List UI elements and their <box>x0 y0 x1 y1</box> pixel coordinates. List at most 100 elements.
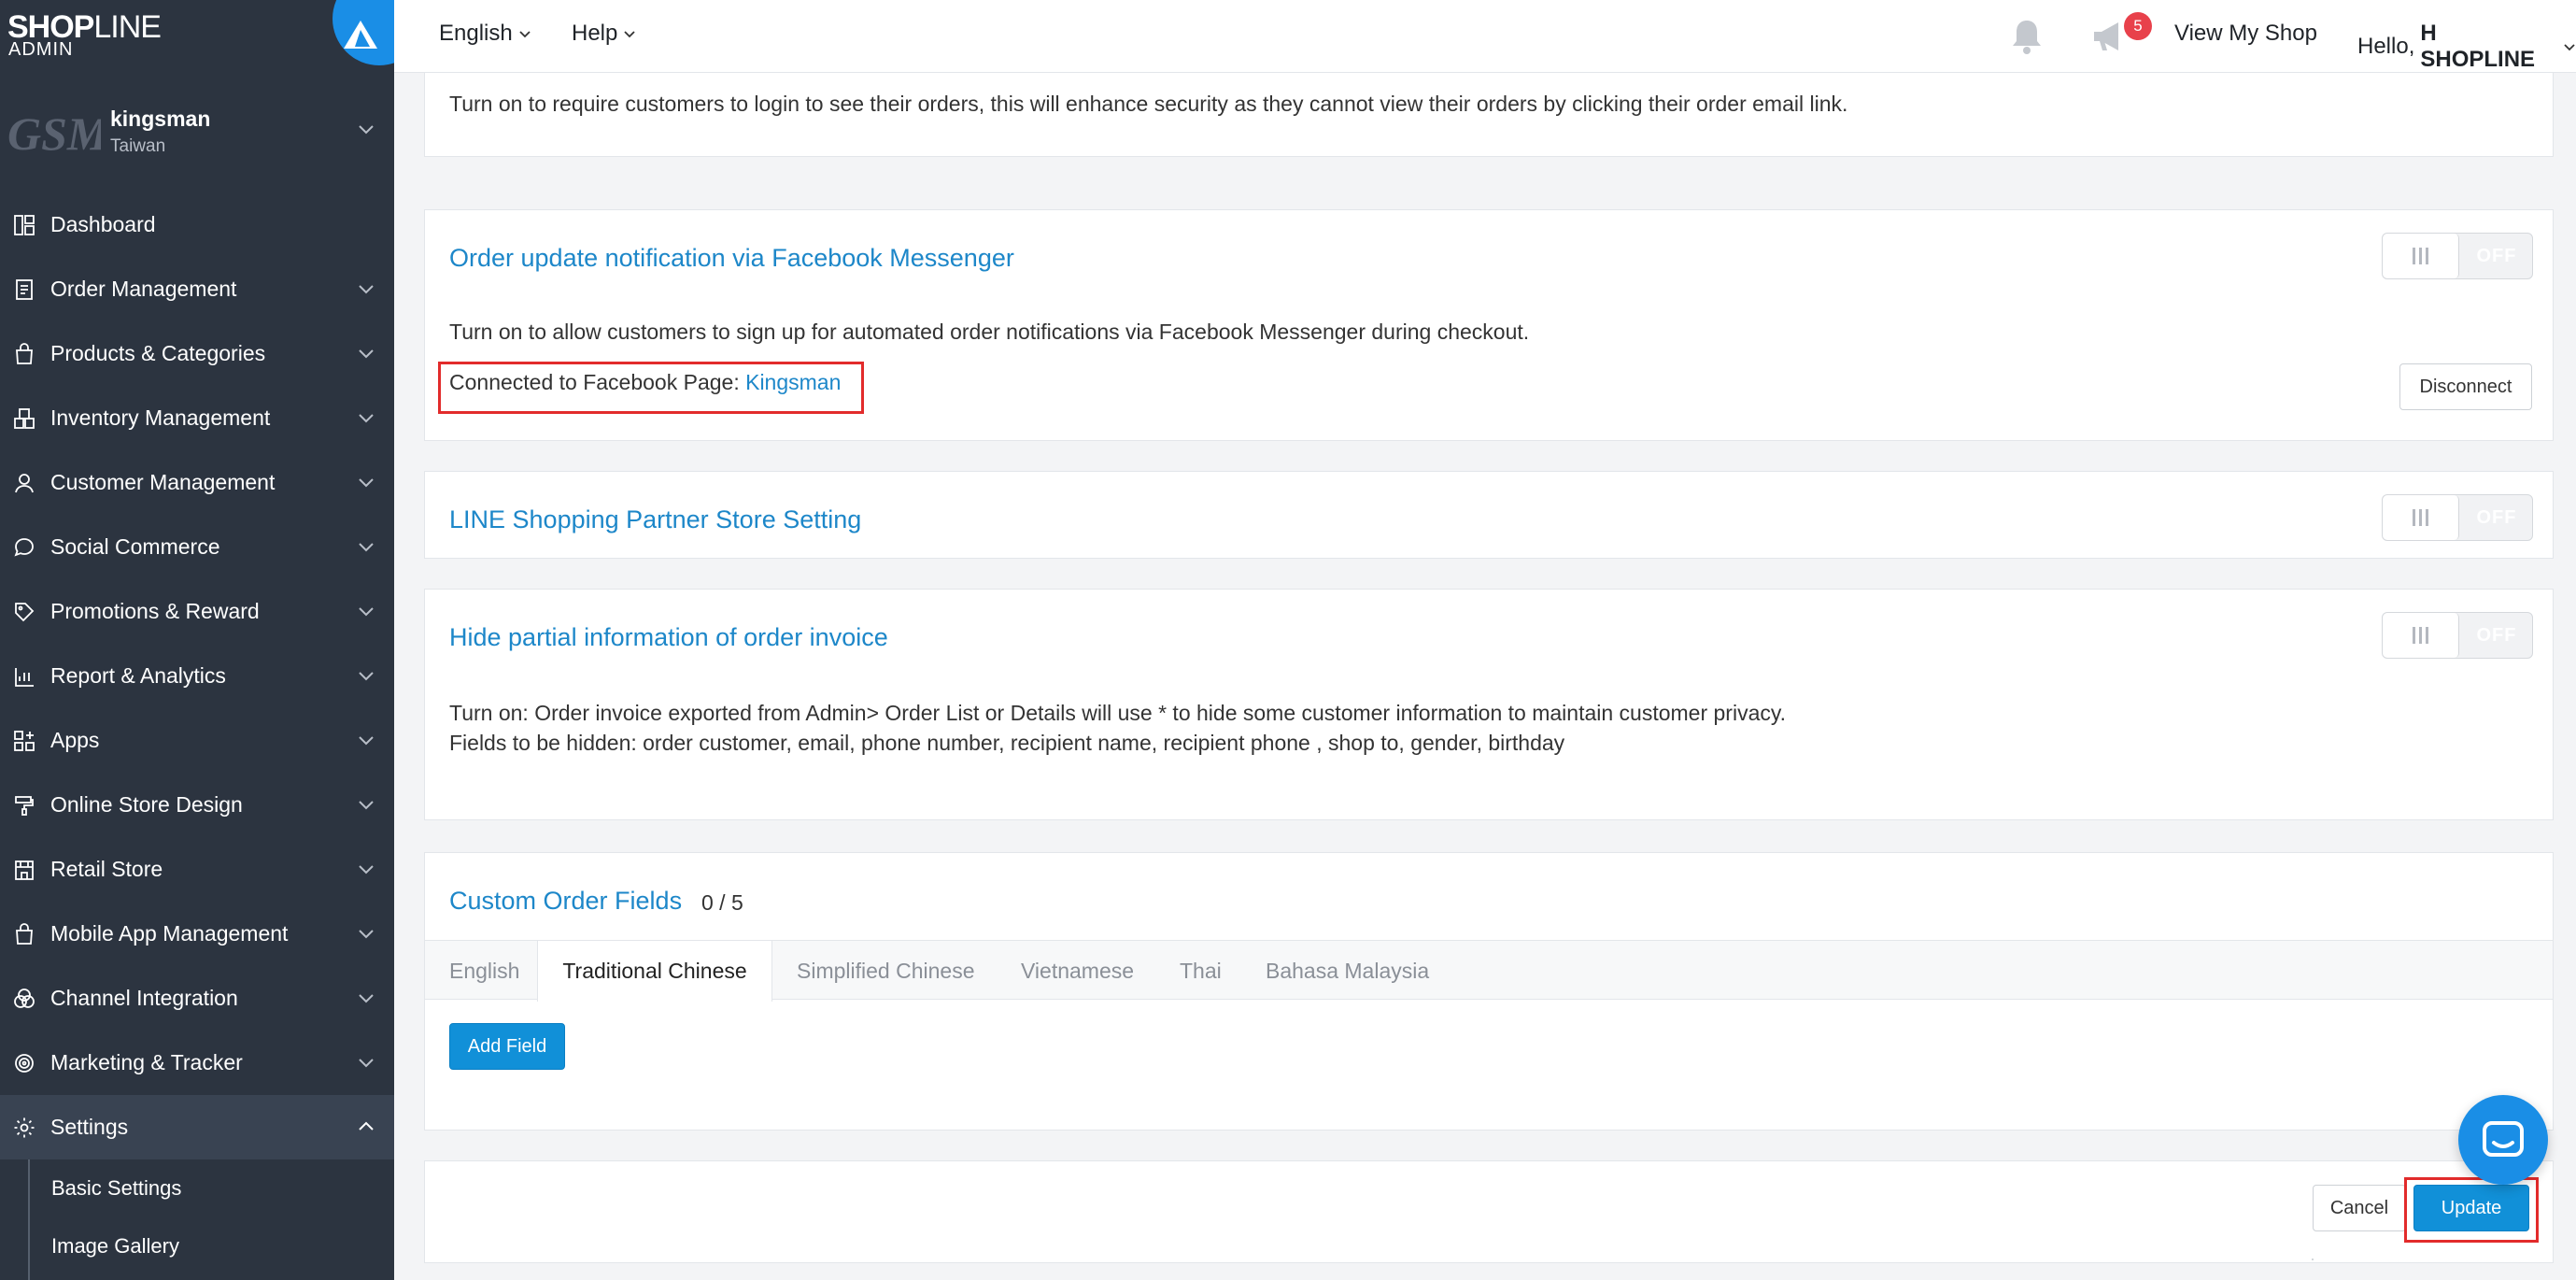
chevron-down-icon <box>359 801 374 810</box>
chevron-down-icon <box>359 349 374 359</box>
tab-thai[interactable]: Thai <box>1180 941 1222 1001</box>
store-region: Taiwan <box>110 136 166 156</box>
chat-icon <box>11 534 37 561</box>
sidebar-item-mobile-app[interactable]: Mobile App Management <box>0 902 394 966</box>
chevron-down-icon <box>359 736 374 746</box>
footer-actions-card <box>424 1160 2554 1263</box>
sidebar-item-products[interactable]: Products & Categories <box>0 321 394 386</box>
sidebar-item-order-management[interactable]: Order Management <box>0 257 394 321</box>
store-name: kingsman <box>110 107 211 131</box>
highlight-box <box>438 362 864 414</box>
hide-invoice-toggle[interactable]: OFF <box>2382 612 2533 659</box>
chevron-down-icon <box>359 672 374 681</box>
help-label: Help <box>572 21 618 46</box>
view-my-shop-link[interactable]: View My Shop <box>2174 21 2317 47</box>
paint-roller-icon <box>11 792 37 818</box>
sidebar-item-label: Products & Categories <box>50 341 266 365</box>
sidebar-subitem-basic-settings[interactable]: Basic Settings <box>0 1159 394 1217</box>
main-content: Turn on to require customers to login to… <box>394 73 2576 1280</box>
language-label: English <box>439 21 513 46</box>
mobile-bag-icon <box>11 921 37 947</box>
store-logo: GSM <box>7 107 101 160</box>
notification-badge: 5 <box>2124 12 2152 40</box>
sidebar-item-marketing[interactable]: Marketing & Tracker <box>0 1031 394 1095</box>
sidebar-item-online-store-design[interactable]: Online Store Design <box>0 773 394 837</box>
custom-fields-title: Custom Order Fields <box>449 887 683 915</box>
tab-traditional-chinese[interactable]: Traditional Chinese <box>537 941 772 1002</box>
hide-invoice-title: Hide partial information of order invoic… <box>449 623 888 651</box>
tag-icon <box>11 599 37 625</box>
language-dropdown[interactable]: English <box>439 21 531 47</box>
sidebar-item-channel-integration[interactable]: Channel Integration <box>0 966 394 1031</box>
store-switcher[interactable]: GSM kingsman Taiwan <box>0 97 394 164</box>
highlight-box <box>2404 1177 2539 1243</box>
logo-subtitle: ADMIN <box>8 39 74 60</box>
login-orders-card: Turn on to require customers to login to… <box>424 73 2554 157</box>
sidebar-item-label: Mobile App Management <box>50 921 289 946</box>
apps-icon <box>11 728 37 754</box>
logo-line: LINE <box>93 9 162 45</box>
sidebar-subitem-image-gallery[interactable]: Image Gallery <box>0 1217 394 1275</box>
chevron-down-icon <box>359 478 374 488</box>
disconnect-button[interactable]: Disconnect <box>2399 363 2532 410</box>
tab-bahasa-malaysia[interactable]: Bahasa Malaysia <box>1266 941 1429 1001</box>
sidebar-item-label: Order Management <box>50 277 237 301</box>
sidebar-item-label: Customer Management <box>50 470 276 494</box>
tab-english[interactable]: English <box>449 941 519 1001</box>
user-menu[interactable]: Hello, H SHOPLINE <box>2357 21 2576 73</box>
toggle-knob <box>2383 495 2459 540</box>
chevron-down-icon <box>359 125 374 135</box>
spacer2 <box>2312 1259 2314 1260</box>
add-field-button[interactable]: Add Field <box>449 1023 565 1070</box>
chevron-down-icon <box>2564 44 2575 51</box>
sidebar-item-label: Settings <box>50 1115 129 1139</box>
dashboard-icon <box>11 212 37 238</box>
sidebar-item-social-commerce[interactable]: Social Commerce <box>0 515 394 579</box>
sidebar-nav: Dashboard Order Management Products & Ca… <box>0 192 394 1280</box>
top-bar: English Help 5 View My Shop Hello, H SHO… <box>394 0 2576 73</box>
sidebar-item-label: Apps <box>50 728 100 752</box>
sidebar-item-settings[interactable]: Settings <box>0 1095 394 1159</box>
line-shopping-card: LINE Shopping Partner Store Setting OFF <box>424 471 2554 559</box>
chevron-down-icon <box>359 930 374 939</box>
sidebar-item-dashboard[interactable]: Dashboard <box>0 192 394 257</box>
fb-messenger-title: Order update notification via Facebook M… <box>449 244 1014 272</box>
brand-logo[interactable]: SHOPLINE ADMIN <box>0 0 394 73</box>
chevron-up-icon <box>359 1121 374 1131</box>
gear-icon <box>11 1115 37 1141</box>
store-icon <box>11 857 37 883</box>
help-dropdown[interactable]: Help <box>572 21 636 47</box>
custom-fields-count: 0 / 5 <box>701 890 743 915</box>
user-name: H SHOPLINE <box>2420 21 2536 72</box>
chevron-down-icon <box>359 994 374 1003</box>
sidebar-item-label: Inventory Management <box>50 405 271 430</box>
chevron-down-icon <box>359 414 374 423</box>
target-icon <box>11 1050 37 1076</box>
sidebar-item-label: Channel Integration <box>50 986 238 1010</box>
hide-invoice-line2: Fields to be hidden: order customer, ema… <box>449 731 1565 755</box>
settings-subnav: Basic Settings Image Gallery <box>0 1159 394 1280</box>
order-icon <box>11 277 37 303</box>
tab-simplified-chinese[interactable]: Simplified Chinese <box>797 941 974 1001</box>
chat-widget-button[interactable] <box>2458 1095 2548 1185</box>
fb-messenger-toggle[interactable]: OFF <box>2382 233 2533 279</box>
hello-prefix: Hello, <box>2357 34 2415 59</box>
toggle-knob <box>2383 234 2459 278</box>
chevron-down-icon <box>624 31 635 38</box>
shopline-badge-icon <box>333 0 394 65</box>
sidebar-item-promotions[interactable]: Promotions & Reward <box>0 579 394 644</box>
bell-icon[interactable] <box>2008 17 2045 56</box>
sidebar-item-label: Online Store Design <box>50 792 243 817</box>
sidebar-item-reports[interactable]: Report & Analytics <box>0 644 394 708</box>
sidebar-item-retail-store[interactable]: Retail Store <box>0 837 394 902</box>
sidebar-item-apps[interactable]: Apps <box>0 708 394 773</box>
line-shopping-title: LINE Shopping Partner Store Setting <box>449 505 862 533</box>
sidebar-item-label: Social Commerce <box>50 534 220 559</box>
sidebar-item-customers[interactable]: Customer Management <box>0 450 394 515</box>
tab-vietnamese[interactable]: Vietnamese <box>1021 941 1134 1001</box>
line-shopping-toggle[interactable]: OFF <box>2382 494 2533 541</box>
cancel-button[interactable]: Cancel <box>2313 1185 2406 1231</box>
user-icon <box>11 470 37 496</box>
chevron-down-icon <box>359 543 374 552</box>
sidebar-item-inventory[interactable]: Inventory Management <box>0 386 394 450</box>
